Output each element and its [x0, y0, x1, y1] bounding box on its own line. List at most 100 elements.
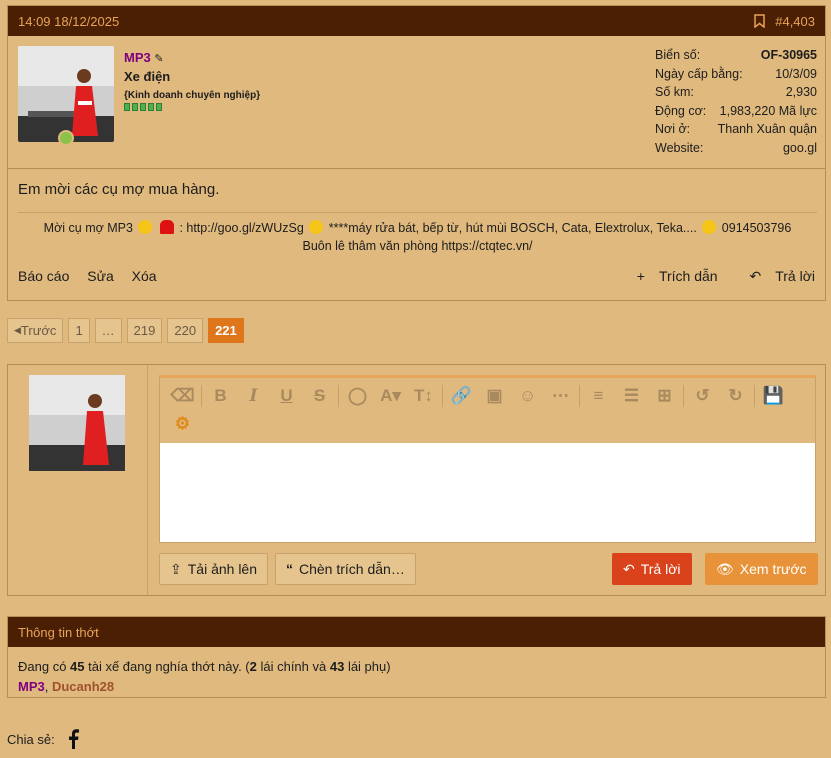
- editor-toolbar: ⌫ B I U S ◯ A▾ T↕ 🔗 ▣ ☺ ⋯ ≡ ☰ ⊞ ↺ ↻ 💾 ⚙: [160, 378, 815, 443]
- post: 14:09 18/12/2025 #4,403 MP3 ✎ Xe điện {K…: [7, 5, 826, 301]
- rich-text-editor: ⌫ B I U S ◯ A▾ T↕ 🔗 ▣ ☺ ⋯ ≡ ☰ ⊞ ↺ ↻ 💾 ⚙: [159, 375, 816, 543]
- share-bar: Chia sẻ:: [7, 729, 79, 749]
- share-label: Chia sẻ:: [7, 731, 55, 747]
- stat-value: Thanh Xuân quận: [717, 122, 817, 136]
- page-link[interactable]: 1: [68, 318, 90, 343]
- stat-label: Website:: [655, 140, 704, 155]
- prev-page-button[interactable]: ◀ Trước: [7, 318, 64, 343]
- reply-label: Trả lời: [775, 268, 815, 284]
- user-info: MP3 ✎ Xe điện {Kinh doanh chuyên nghiệp}: [124, 50, 260, 111]
- reply-icon: ↶: [749, 268, 762, 284]
- save-draft-icon[interactable]: 💾: [757, 382, 790, 410]
- edit-link[interactable]: Sửa: [87, 268, 114, 284]
- stat-label: Động cơ:: [655, 103, 707, 118]
- pagination: ◀ Trước 1 … 219 220 221: [7, 318, 244, 343]
- underline-icon[interactable]: U: [270, 382, 303, 410]
- caret-left-icon: ◀: [14, 325, 21, 335]
- current-page[interactable]: 221: [208, 318, 244, 343]
- post-header: 14:09 18/12/2025 #4,403: [8, 6, 825, 36]
- post-reply-button[interactable]: ↶ Trả lời: [612, 553, 692, 585]
- avatar[interactable]: [18, 46, 114, 142]
- table-icon[interactable]: ⊞: [648, 382, 681, 410]
- post-user-area: MP3 ✎ Xe điện {Kinh doanh chuyên nghiệp}…: [8, 36, 825, 169]
- page-link[interactable]: 220: [167, 318, 204, 343]
- preview-button[interactable]: 👁 Xem trước: [705, 553, 818, 585]
- signature-line2[interactable]: Buôn lê thâm văn phòng https://ctqtec.vn…: [18, 237, 817, 255]
- link-icon[interactable]: 🔗: [445, 382, 478, 410]
- member-count: 2: [249, 659, 257, 674]
- delete-link[interactable]: Xóa: [132, 268, 157, 284]
- stat-value[interactable]: goo.gl: [783, 141, 817, 160]
- thread-info-body: Đang có 45 tài xế đang nghía thớt này. (…: [18, 659, 391, 694]
- text-size-icon[interactable]: T↕: [407, 382, 440, 410]
- smiley-icon: [309, 220, 324, 234]
- stat-label: Nơi ở:: [655, 122, 691, 136]
- viewers-text: tài xế đang nghía thớt này. (: [84, 659, 250, 674]
- thread-info-header: Thông tin thớt: [8, 617, 825, 647]
- user-stats: Biển số: OF-30965 Ngày cấp bằng: 10/3/09 S…: [655, 48, 817, 159]
- signature-link[interactable]: : http://goo.gl/zWUzSg: [179, 221, 303, 235]
- guest-count: 43: [329, 659, 345, 674]
- prev-label: Trước: [20, 323, 57, 338]
- settings-icon[interactable]: ⚙: [166, 410, 199, 438]
- facebook-icon[interactable]: [67, 729, 79, 749]
- user-title: Xe điện: [124, 69, 171, 84]
- signature-text: ****máy rửa bát, bếp từ, hút mùi BOSCH, …: [328, 221, 697, 235]
- stat-value: 10/3/09: [775, 66, 817, 81]
- quote-label: Trích dẫn: [658, 268, 718, 284]
- stat-value: 1,983,220 Mã lực: [719, 103, 817, 118]
- insert-quote-button[interactable]: “ Chèn trích dẫn…: [275, 553, 416, 585]
- strikethrough-icon[interactable]: S: [303, 382, 336, 410]
- signature-text: Mời cụ mợ MP3: [43, 221, 133, 235]
- reply-user-column: [8, 365, 148, 595]
- stat-label: Số km:: [655, 85, 694, 99]
- message-input[interactable]: [160, 443, 815, 542]
- redo-icon[interactable]: ↻: [719, 382, 752, 410]
- online-status-icon: [58, 130, 74, 146]
- list-icon[interactable]: ☰: [615, 382, 648, 410]
- eye-icon: 👁: [716, 560, 734, 577]
- preview-label: Xem trước: [739, 561, 807, 577]
- viewers-text: Đang có: [18, 659, 71, 674]
- more-icon[interactable]: ⋯: [544, 382, 577, 410]
- user-banner: {Kinh doanh chuyên nghiệp}: [124, 90, 261, 101]
- viewer-link[interactable]: Ducanh28: [52, 679, 114, 694]
- post-actions: Báo cáo Sửa Xóa + Trích dẫn ↶ Trả lời: [18, 268, 815, 285]
- quote-icon: “: [286, 561, 293, 577]
- reply-box: ⌫ B I U S ◯ A▾ T↕ 🔗 ▣ ☺ ⋯ ≡ ☰ ⊞ ↺ ↻ 💾 ⚙: [7, 364, 826, 596]
- post-reply-label: Trả lời: [640, 561, 681, 577]
- italic-icon[interactable]: I: [237, 382, 270, 410]
- viewers-text: lái phụ): [344, 659, 391, 674]
- page-link[interactable]: 219: [126, 318, 163, 343]
- pencil-icon: ✎: [154, 53, 164, 65]
- username[interactable]: MP3: [124, 50, 151, 65]
- undo-icon[interactable]: ↺: [686, 382, 719, 410]
- signature-phone: 0914503796: [721, 221, 792, 235]
- font-icon[interactable]: A▾: [374, 382, 407, 410]
- upload-label: Tải ảnh lên: [187, 561, 258, 577]
- plus-icon: +: [636, 268, 645, 284]
- post-message: Em mời các cụ mợ mua hàng.: [18, 181, 220, 198]
- smiley-icon[interactable]: ☺: [511, 382, 544, 410]
- upload-icon: ⇪: [170, 560, 182, 577]
- report-link[interactable]: Báo cáo: [18, 268, 69, 284]
- post-datetime[interactable]: 14:09 18/12/2025: [18, 14, 119, 29]
- eraser-icon[interactable]: ⌫: [166, 382, 199, 410]
- page-ellipsis[interactable]: …: [94, 318, 122, 343]
- thumbs-up-icon: [702, 220, 717, 234]
- stat-value: OF-30965: [760, 48, 817, 62]
- bold-icon[interactable]: B: [204, 382, 237, 410]
- stat-label: Biển số:: [655, 48, 701, 62]
- align-icon[interactable]: ≡: [582, 382, 615, 410]
- post-number[interactable]: #4,403: [775, 14, 815, 29]
- quote-link[interactable]: + Trích dẫn: [623, 268, 718, 284]
- signature: Mời cụ mợ MP3 : http://goo.gl/zWUzSg ***…: [18, 212, 817, 255]
- reply-icon: ↶: [623, 560, 635, 577]
- color-icon[interactable]: ◯: [341, 382, 374, 410]
- reply-link[interactable]: ↶ Trả lời: [735, 268, 815, 284]
- bookmark-icon[interactable]: [754, 14, 765, 28]
- upload-image-button[interactable]: ⇪ Tải ảnh lên: [159, 553, 269, 585]
- image-icon[interactable]: ▣: [478, 382, 511, 410]
- avatar[interactable]: [29, 375, 125, 471]
- viewer-link[interactable]: MP3: [18, 679, 45, 694]
